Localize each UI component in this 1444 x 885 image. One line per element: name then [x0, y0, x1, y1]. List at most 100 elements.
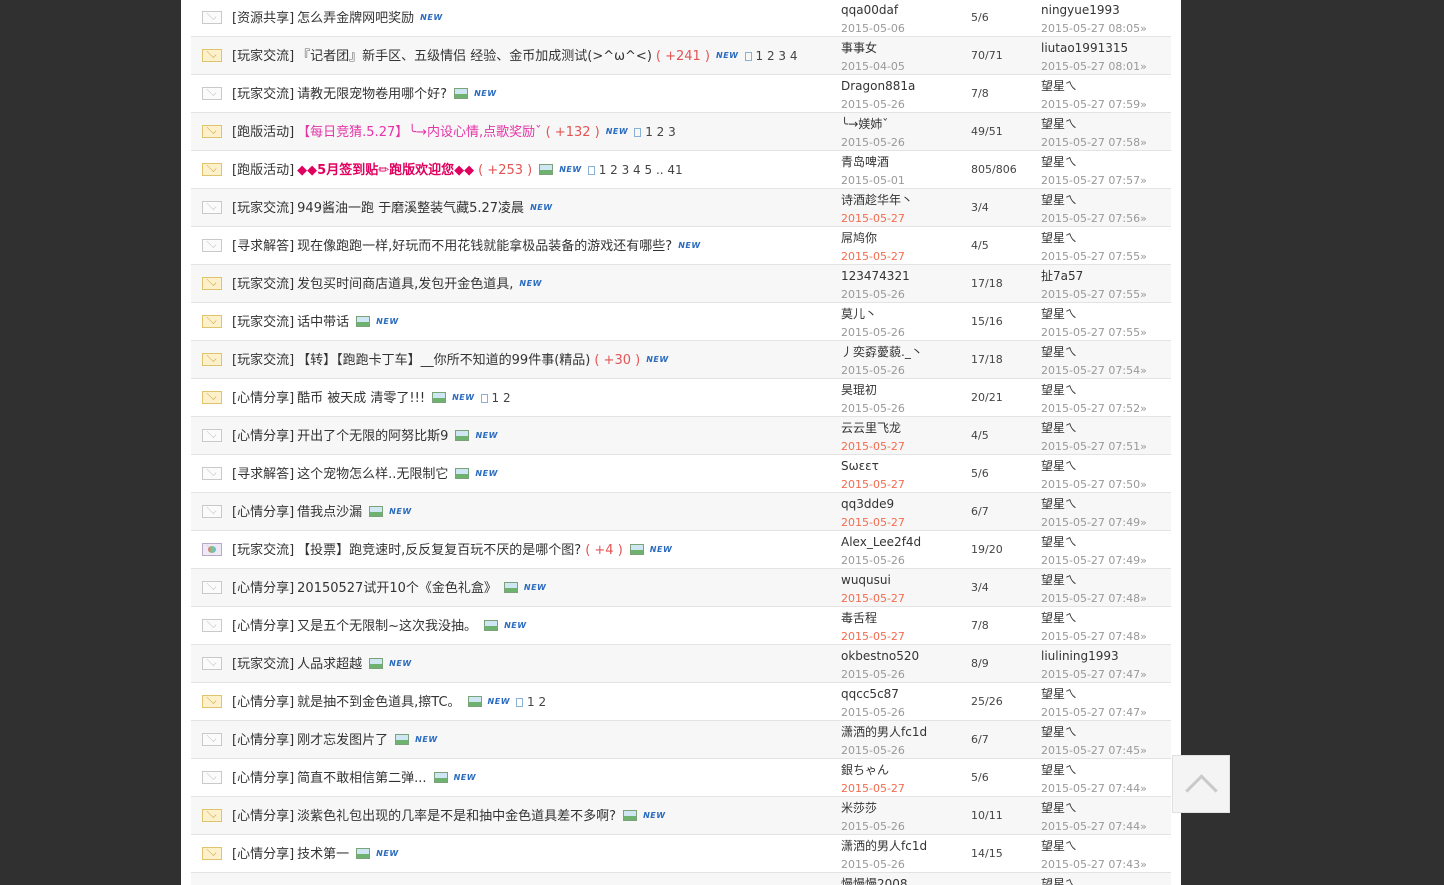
- last-poster-link[interactable]: liutao1991315: [1041, 40, 1171, 57]
- thread-title-link[interactable]: 借我点沙漏: [297, 505, 362, 520]
- thread-status-icon[interactable]: [202, 467, 222, 480]
- author-name-link[interactable]: 昊琨初: [841, 382, 966, 399]
- thread-pages[interactable]: 1 2 3 4 5 .. 41: [587, 163, 683, 177]
- author-name-link[interactable]: Sωεετ: [841, 458, 966, 475]
- last-poster-link[interactable]: 望星ㄟ: [1041, 306, 1171, 323]
- last-post-time-link[interactable]: 2015-05-27 07:49»: [1041, 514, 1171, 531]
- last-post-time-link[interactable]: 2015-05-27 07:52»: [1041, 400, 1171, 417]
- last-poster-link[interactable]: 望星ㄟ: [1041, 496, 1171, 513]
- thread-title-link[interactable]: 淡紫色礼包出现的几率是不是和抽中金色道具差不多啊?: [297, 809, 616, 824]
- thread-status-icon[interactable]: [202, 239, 222, 252]
- last-post-time-link[interactable]: 2015-05-27 07:55»: [1041, 248, 1171, 265]
- last-post-time-link[interactable]: 2015-05-27 07:55»: [1041, 286, 1171, 303]
- thread-title-link[interactable]: 怎么弄金牌网吧奖励: [297, 11, 414, 26]
- last-post-time-link[interactable]: 2015-05-27 08:05»: [1041, 20, 1171, 37]
- thread-title-link[interactable]: 『记者团』新手区、五级情侣 经验、金币加成测试(>^ω^<): [297, 49, 652, 64]
- author-name-link[interactable]: 事事女: [841, 40, 966, 57]
- last-post-time-link[interactable]: 2015-05-27 07:48»: [1041, 628, 1171, 645]
- thread-status-icon[interactable]: [202, 581, 222, 594]
- author-name-link[interactable]: 慢慢慢2008: [841, 876, 966, 885]
- thread-title-link[interactable]: 【转】【跑跑卡丁车】__你所不知道的99件事(精品): [297, 353, 590, 368]
- last-post-time-link[interactable]: 2015-05-27 07:48»: [1041, 590, 1171, 607]
- thread-category-link[interactable]: [心情分享]: [232, 429, 294, 444]
- author-name-link[interactable]: wuqusui: [841, 572, 966, 589]
- thread-category-link[interactable]: [心情分享]: [232, 733, 294, 748]
- thread-status-icon[interactable]: [202, 315, 222, 328]
- thread-title-link[interactable]: 【每日竞猜.5.27】╰→内设心情,点歌奖励ˇ: [297, 125, 541, 140]
- thread-title-link[interactable]: 这个宠物怎么样..无限制它: [297, 467, 448, 482]
- thread-status-icon[interactable]: [202, 543, 222, 556]
- thread-category-link[interactable]: [玩家交流]: [232, 201, 294, 216]
- last-post-time-link[interactable]: 2015-05-27 08:01»: [1041, 58, 1171, 75]
- thread-status-icon[interactable]: [202, 49, 222, 62]
- last-poster-link[interactable]: 望星ㄟ: [1041, 572, 1171, 589]
- author-name-link[interactable]: ╰→媄姉ˇ: [841, 116, 966, 133]
- author-name-link[interactable]: qqcc5c87: [841, 686, 966, 703]
- thread-title-link[interactable]: 技术第一: [297, 847, 349, 862]
- thread-category-link[interactable]: [心情分享]: [232, 847, 294, 862]
- thread-pages[interactable]: 1 2 3: [634, 125, 676, 139]
- author-name-link[interactable]: Alex_Lee2f4d: [841, 534, 966, 551]
- author-name-link[interactable]: 云云里飞龙: [841, 420, 966, 437]
- thread-title-link[interactable]: 话中带话: [297, 315, 349, 330]
- author-name-link[interactable]: qqa00daf: [841, 2, 966, 19]
- thread-status-icon[interactable]: [202, 353, 222, 366]
- author-name-link[interactable]: Dragon881a: [841, 78, 966, 95]
- last-poster-link[interactable]: 望星ㄟ: [1041, 78, 1171, 95]
- last-post-time-link[interactable]: 2015-05-27 07:50»: [1041, 476, 1171, 493]
- last-post-time-link[interactable]: 2015-05-27 07:47»: [1041, 704, 1171, 721]
- thread-category-link[interactable]: [玩家交流]: [232, 49, 294, 64]
- author-name-link[interactable]: 米莎莎: [841, 800, 966, 817]
- thread-category-link[interactable]: [心情分享]: [232, 581, 294, 596]
- last-poster-link[interactable]: ningyue1993: [1041, 2, 1171, 19]
- thread-category-link[interactable]: [心情分享]: [232, 771, 294, 786]
- thread-title-link[interactable]: 简直不敢相信第二弹...: [297, 771, 426, 786]
- thread-status-icon[interactable]: [202, 847, 222, 860]
- thread-status-icon[interactable]: [202, 809, 222, 822]
- last-poster-link[interactable]: 望星ㄟ: [1041, 116, 1171, 133]
- thread-title-link[interactable]: 又是五个无限制~这次我没抽。: [297, 619, 477, 634]
- thread-title-link[interactable]: 发包买时间商店道具,发包开金色道具,: [297, 277, 513, 292]
- last-poster-link[interactable]: 望星ㄟ: [1041, 610, 1171, 627]
- thread-category-link[interactable]: [玩家交流]: [232, 277, 294, 292]
- thread-pages-text[interactable]: 1 2 3: [645, 125, 676, 139]
- thread-category-link[interactable]: [玩家交流]: [232, 87, 294, 102]
- thread-category-link[interactable]: [跑版活动]: [232, 163, 294, 178]
- last-poster-link[interactable]: 望星ㄟ: [1041, 230, 1171, 247]
- thread-category-link[interactable]: [心情分享]: [232, 391, 294, 406]
- last-poster-link[interactable]: 望星ㄟ: [1041, 344, 1171, 361]
- last-post-time-link[interactable]: 2015-05-27 07:51»: [1041, 438, 1171, 455]
- author-name-link[interactable]: 丿奕孬薆藐._丶: [841, 344, 966, 361]
- thread-category-link[interactable]: [心情分享]: [232, 619, 294, 634]
- last-post-time-link[interactable]: 2015-05-27 07:44»: [1041, 818, 1171, 835]
- last-post-time-link[interactable]: 2015-05-27 07:44»: [1041, 780, 1171, 797]
- thread-category-link[interactable]: [资源共享]: [232, 11, 294, 26]
- thread-status-icon[interactable]: [202, 695, 222, 708]
- thread-status-icon[interactable]: [202, 657, 222, 670]
- thread-title-link[interactable]: 酷币 被天成 清零了!!!: [297, 391, 425, 406]
- thread-status-icon[interactable]: [202, 87, 222, 100]
- thread-pages[interactable]: 1 2: [480, 391, 511, 405]
- thread-pages-text[interactable]: 1 2: [492, 391, 511, 405]
- last-poster-link[interactable]: 望星ㄟ: [1041, 192, 1171, 209]
- author-name-link[interactable]: 诗酒趁华年丶: [841, 192, 966, 209]
- thread-status-icon[interactable]: [202, 733, 222, 746]
- author-name-link[interactable]: 青岛啤酒: [841, 154, 966, 171]
- thread-title-link[interactable]: 刚才忘发图片了: [297, 733, 388, 748]
- last-poster-link[interactable]: 望星ㄟ: [1041, 458, 1171, 475]
- thread-status-icon[interactable]: [202, 201, 222, 214]
- thread-title-link[interactable]: 【投票】跑竞速时,反反复复百玩不厌的是哪个图?: [297, 543, 581, 558]
- thread-pages[interactable]: 1 2 3 4: [744, 49, 797, 63]
- author-name-link[interactable]: 毒舌程: [841, 610, 966, 627]
- thread-title-link[interactable]: 开出了个无限的阿努比斯9: [297, 429, 448, 444]
- thread-category-link[interactable]: [玩家交流]: [232, 315, 294, 330]
- thread-title-link[interactable]: 20150527试开10个《金色礼盒》: [297, 581, 497, 596]
- thread-title-link[interactable]: 人品求超越: [297, 657, 362, 672]
- thread-status-icon[interactable]: [202, 125, 222, 138]
- last-poster-link[interactable]: 望星ㄟ: [1041, 800, 1171, 817]
- thread-title-link[interactable]: 就是抽不到金色道具,擦TC。: [297, 695, 460, 710]
- last-post-time-link[interactable]: 2015-05-27 07:45»: [1041, 742, 1171, 759]
- thread-category-link[interactable]: [玩家交流]: [232, 543, 294, 558]
- last-poster-link[interactable]: 望星ㄟ: [1041, 154, 1171, 171]
- author-name-link[interactable]: 莫儿丶: [841, 306, 966, 323]
